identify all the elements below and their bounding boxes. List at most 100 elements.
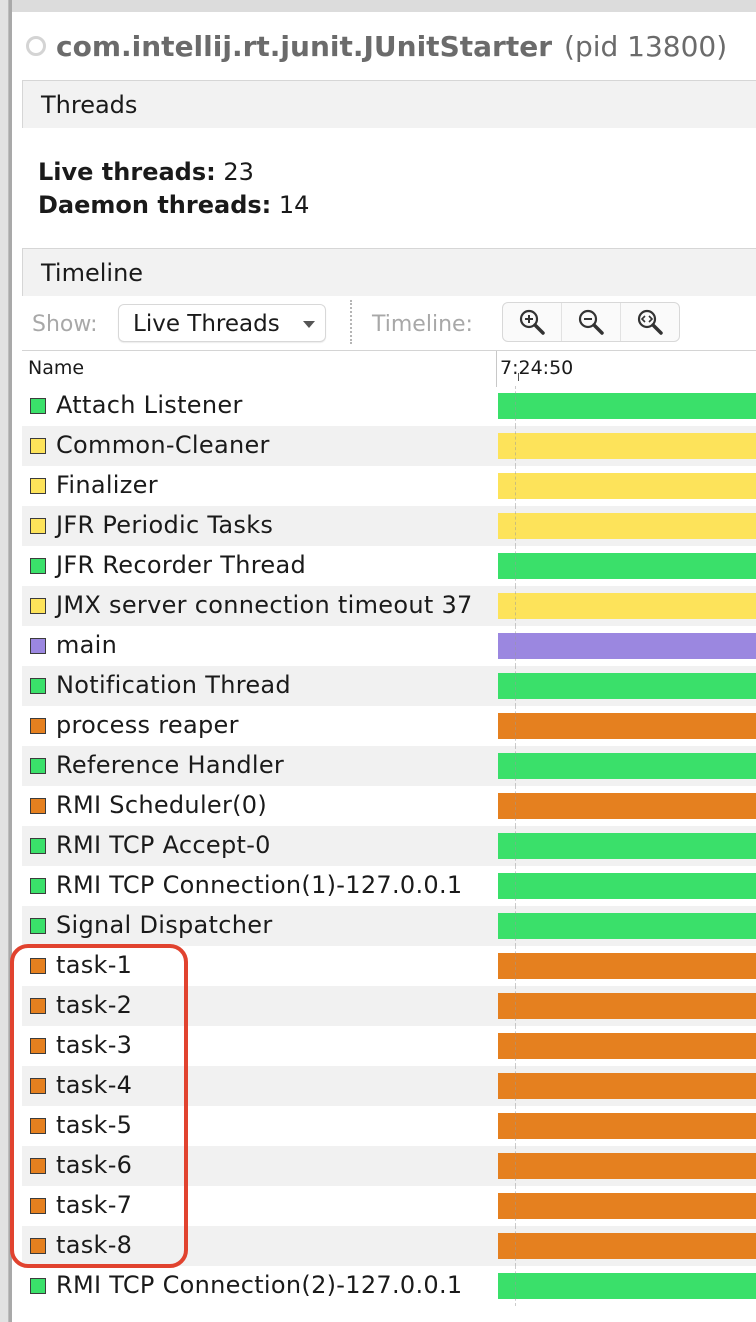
thread-name: JMX server connection timeout 37 (56, 591, 473, 619)
thread-timeline-bar (498, 633, 756, 659)
table-header: Name 7:24:50 (22, 350, 756, 387)
thread-row[interactable]: Notification Thread (22, 666, 756, 706)
thread-timeline-bar (498, 1193, 756, 1219)
zoom-in-icon (519, 309, 545, 335)
app-pid: (pid 13800) (564, 29, 728, 63)
thread-row[interactable]: Attach Listener (22, 386, 756, 426)
thread-state-icon (30, 918, 46, 934)
thread-row[interactable]: RMI TCP Accept-0 (22, 826, 756, 866)
timeline-gridline (515, 666, 516, 706)
timeline-gridline (515, 1026, 516, 1066)
timeline-gridline (515, 1146, 516, 1186)
show-dropdown-value: Live Threads (133, 311, 280, 337)
thread-row[interactable]: Finalizer (22, 466, 756, 506)
thread-timeline-bar (498, 513, 756, 539)
thread-state-icon (30, 838, 46, 854)
thread-name: Attach Listener (56, 391, 243, 419)
zoom-fit-icon (637, 309, 663, 335)
timeline-gridline (515, 706, 516, 746)
zoom-button-group (502, 302, 680, 342)
timeline-gridline (515, 986, 516, 1026)
thread-row[interactable]: Signal Dispatcher (22, 906, 756, 946)
timeline-gridline (515, 866, 516, 906)
daemon-threads-label: Daemon threads: (38, 191, 272, 219)
column-divider (496, 351, 497, 387)
thread-state-icon (30, 718, 46, 734)
thread-name: JFR Periodic Tasks (56, 511, 274, 539)
timeline-gridline (515, 546, 516, 586)
thread-name: RMI TCP Accept-0 (56, 831, 271, 859)
thread-timeline-bar (498, 1113, 756, 1139)
thread-timeline-bar (498, 593, 756, 619)
thread-row[interactable]: Reference Handler (22, 746, 756, 786)
thread-state-icon (30, 1278, 46, 1294)
thread-name: main (56, 631, 118, 659)
timeline-gridline (515, 746, 516, 786)
thread-name: process reaper (56, 711, 239, 739)
live-threads-value: 23 (223, 158, 254, 186)
thread-timeline-bar (498, 393, 756, 419)
timeline-gridline (515, 586, 516, 626)
status-circle-icon (26, 36, 46, 56)
timeline-section-header[interactable]: Timeline (22, 248, 756, 296)
thread-timeline-bar (498, 473, 756, 499)
thread-state-icon (30, 878, 46, 894)
live-threads-stat: Live threads: 23 (38, 156, 309, 189)
thread-state-icon (30, 798, 46, 814)
timeline-time-label: 7:24:50 (500, 357, 574, 379)
timeline-gridline (515, 1226, 516, 1266)
zoom-out-button[interactable] (562, 303, 621, 341)
thread-state-icon (30, 638, 46, 654)
thread-name: JFR Recorder Thread (56, 551, 306, 579)
chevron-down-icon (303, 321, 315, 328)
timeline-gridline (515, 906, 516, 946)
threads-section-header[interactable]: Threads (22, 80, 756, 128)
thread-row[interactable]: JMX server connection timeout 37 (22, 586, 756, 626)
thread-row[interactable]: process reaper (22, 706, 756, 746)
daemon-threads-value: 14 (278, 191, 310, 219)
thread-timeline-bar (498, 753, 756, 779)
thread-state-icon (30, 478, 46, 494)
thread-timeline-bar (498, 1233, 756, 1259)
thread-row[interactable]: RMI TCP Connection(2)-127.0.0.1 (22, 1266, 756, 1306)
thread-timeline-bar (498, 1073, 756, 1099)
toolbar-separator (350, 300, 352, 344)
thread-row[interactable]: RMI Scheduler(0) (22, 786, 756, 826)
thread-row[interactable]: JFR Recorder Thread (22, 546, 756, 586)
thread-stats: Live threads: 23 Daemon threads: 14 (38, 156, 309, 222)
thread-state-icon (30, 758, 46, 774)
thread-row[interactable]: RMI TCP Connection(1)-127.0.0.1 (22, 866, 756, 906)
thread-state-icon (30, 678, 46, 694)
name-column-header[interactable]: Name (28, 357, 84, 379)
thread-name: Reference Handler (56, 751, 285, 779)
timeline-gridline (515, 626, 516, 666)
thread-name: Signal Dispatcher (56, 911, 273, 939)
thread-row[interactable]: Common-Cleaner (22, 426, 756, 466)
timeline-toolbar: Show: Live Threads Timeline: (22, 298, 756, 350)
show-dropdown[interactable]: Live Threads (118, 304, 326, 342)
zoom-out-icon (578, 309, 604, 335)
thread-name: RMI TCP Connection(2)-127.0.0.1 (56, 1271, 463, 1299)
thread-timeline-bar (498, 913, 756, 939)
thread-name: Notification Thread (56, 671, 291, 699)
thread-name: Finalizer (56, 471, 158, 499)
timeline-gridline (515, 1186, 516, 1226)
thread-row[interactable]: JFR Periodic Tasks (22, 506, 756, 546)
timeline-gridline (515, 506, 516, 546)
thread-timeline-bar (498, 673, 756, 699)
task-threads-highlight (10, 944, 188, 1268)
thread-row[interactable]: main (22, 626, 756, 666)
zoom-in-button[interactable] (503, 303, 562, 341)
thread-timeline-bar (498, 793, 756, 819)
thread-timeline-bar (498, 993, 756, 1019)
timeline-tick (518, 373, 519, 381)
timeline-label: Timeline: (372, 312, 473, 337)
thread-state-icon (30, 558, 46, 574)
thread-state-icon (30, 438, 46, 454)
thread-timeline-bar (498, 873, 756, 899)
timeline-gridline (515, 1066, 516, 1106)
live-threads-label: Live threads: (38, 158, 216, 186)
thread-timeline-bar (498, 1033, 756, 1059)
thread-name: RMI Scheduler(0) (56, 791, 268, 819)
zoom-fit-button[interactable] (621, 303, 679, 341)
